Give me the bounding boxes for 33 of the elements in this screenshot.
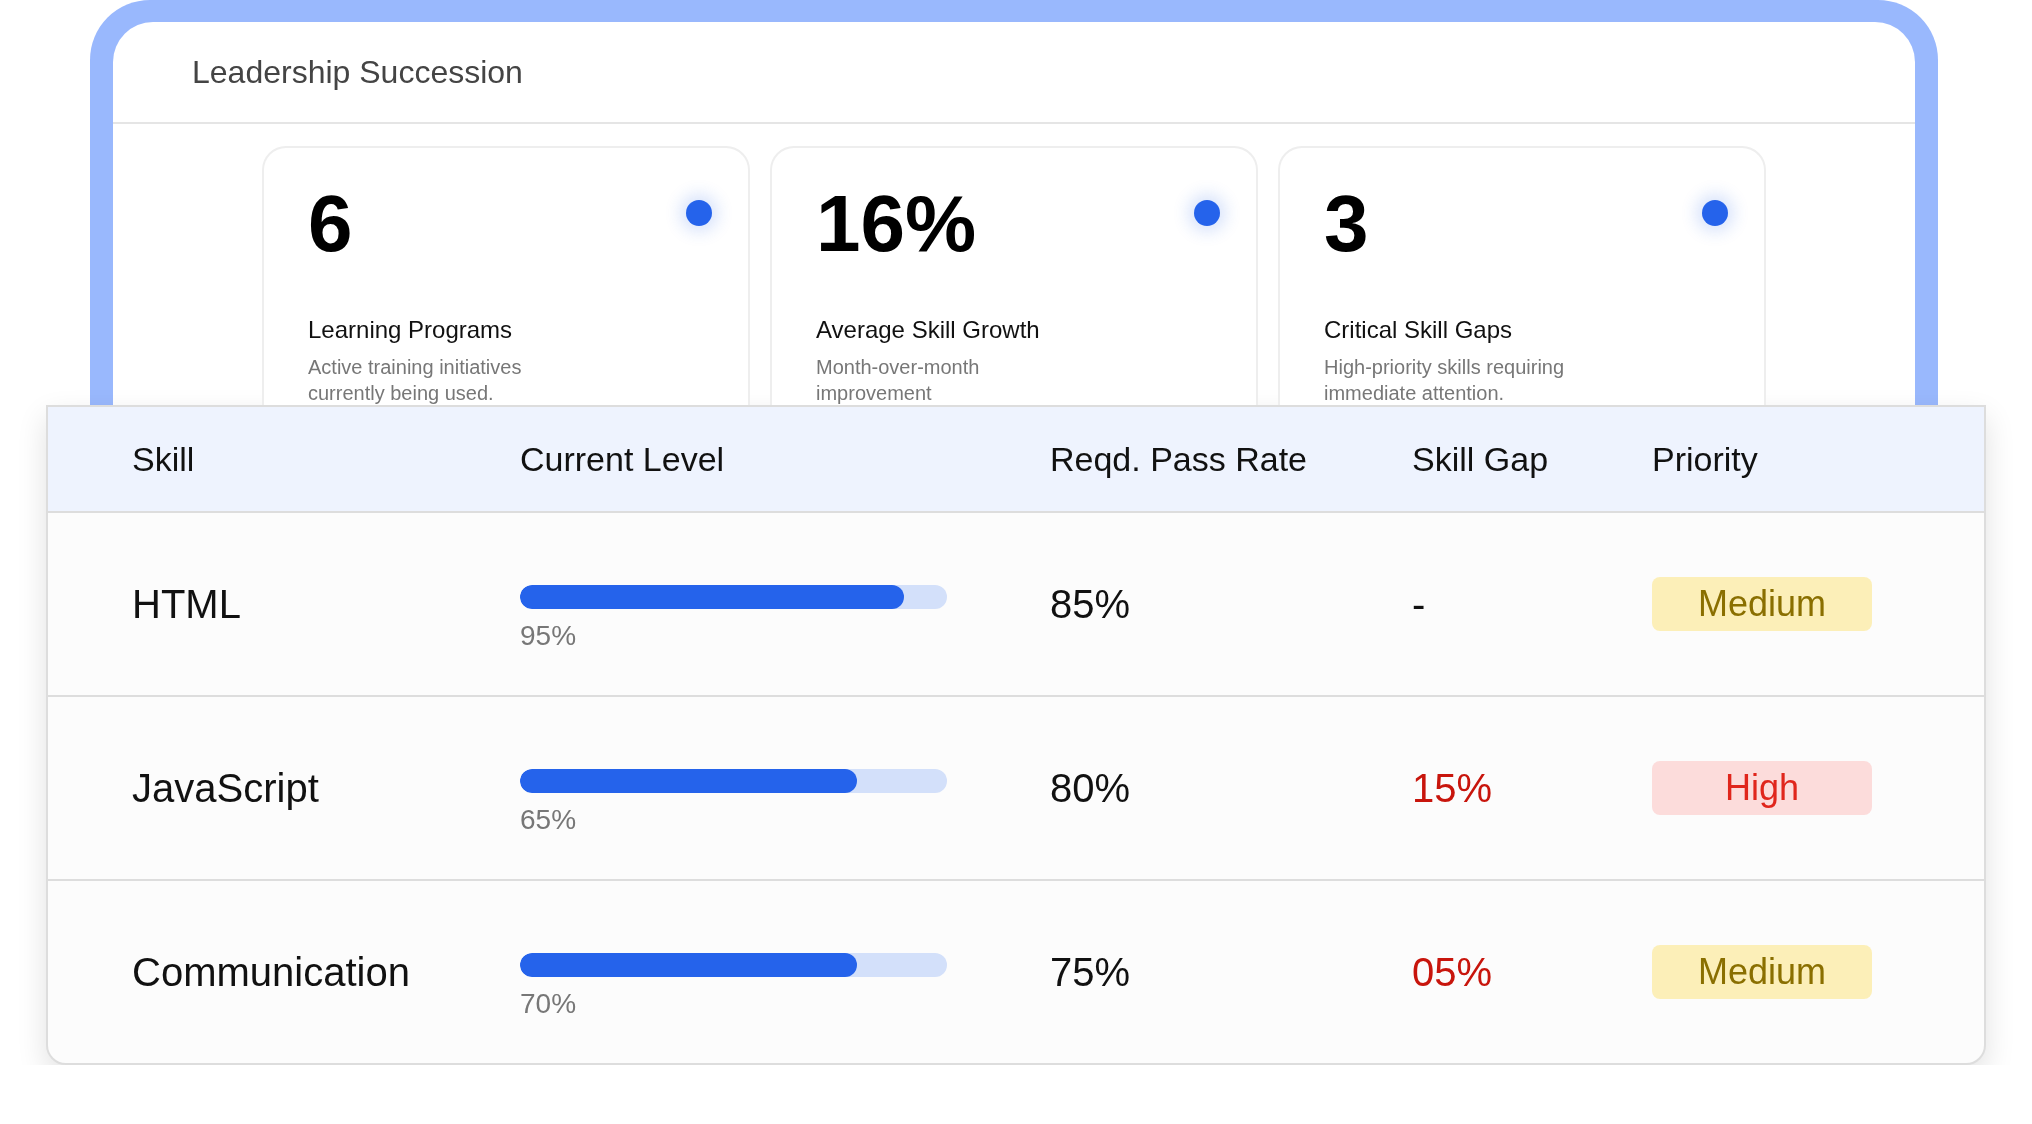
priority-tag: Medium [1652,945,1872,999]
priority-tag: Medium [1652,577,1872,631]
skill-gap: 15% [1412,765,1493,811]
column-header: Skill [132,439,195,479]
pass-rate: 85% [1050,581,1131,627]
column-header: Skill Gap [1412,439,1549,479]
column-header: Current Level [520,439,725,479]
status-dot [1702,200,1728,226]
stat-value: 6 [308,184,353,264]
column-header: Priority [1652,439,1758,479]
stat-value: 16% [816,184,977,264]
pass-rate: 75% [1050,949,1131,995]
level-percent: 65% [520,803,577,836]
level-percent: 95% [520,619,577,652]
stat-description: Active training initiatives currently being used. [308,355,523,405]
stat-label: Average Skill Growth [816,316,1040,344]
stat-description: High-priority skills requiring immediate attention. [1324,355,1566,405]
stat-label: Critical Skill Gaps [1324,316,1513,344]
column-header: Reqd. Pass Rate [1050,439,1308,479]
pass-rate: 80% [1050,765,1131,811]
status-dot [1194,200,1220,226]
skill-gap: - [1412,581,1426,627]
stat-value: 3 [1324,184,1369,264]
stat-description: Month-over-month improvement [816,355,981,405]
skill-name: HTML [132,581,241,627]
status-dot [686,200,712,226]
page-title: Leadership Succession [192,53,523,91]
level-percent: 70% [520,987,577,1020]
skill-gap: 05% [1412,949,1493,995]
skill-name: Communication [132,949,410,995]
stat-label: Learning Programs [308,316,513,344]
priority-tag: High [1652,761,1872,815]
skill-name: JavaScript [132,765,319,811]
